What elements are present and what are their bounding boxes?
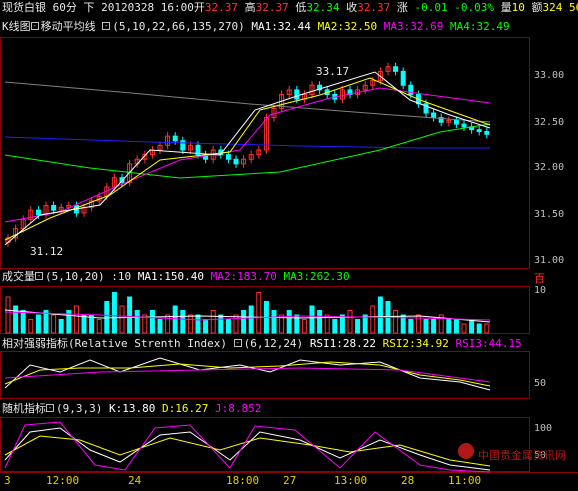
volume-bar (51, 314, 57, 334)
volume-bar (81, 314, 87, 334)
volume-bar (180, 310, 186, 334)
volume-bar (301, 319, 307, 334)
candle-body (453, 119, 459, 125)
volume-bar (218, 314, 224, 334)
volume-bar (195, 314, 201, 334)
volume-bar (96, 319, 102, 334)
volume-bar (172, 305, 178, 334)
candle-body (180, 140, 186, 151)
volume-bar (377, 296, 383, 334)
volume-bar (469, 319, 475, 334)
volume-bar (332, 319, 338, 334)
candle-body (35, 209, 41, 216)
candle-body (431, 112, 437, 119)
candle-body (225, 154, 231, 160)
volume-bar (233, 314, 239, 334)
volume-bar (127, 296, 133, 334)
candle-body (233, 158, 239, 165)
volume-bar (20, 310, 26, 334)
volume-bar (13, 305, 19, 334)
volume-bar (119, 305, 125, 334)
volume-bar (431, 319, 437, 334)
candle-body (393, 66, 399, 72)
volume-bar (210, 310, 216, 334)
candle-body (294, 89, 300, 100)
volume-bar (35, 314, 41, 334)
ma22-line (4, 87, 491, 223)
volume-bar (271, 310, 277, 334)
j-line (4, 421, 491, 473)
volume-bar (73, 305, 79, 334)
candle-body (400, 70, 406, 86)
rsi2-line (4, 361, 491, 387)
volume-bar (461, 323, 467, 334)
volume-bar (453, 319, 459, 334)
volume-bar (423, 319, 429, 334)
volume-bar (286, 310, 292, 334)
volume-bar (165, 314, 171, 334)
volume-bar (5, 296, 11, 334)
volume-bar (484, 323, 490, 334)
volume-bar (309, 305, 315, 334)
volume-bar (241, 310, 247, 334)
candle-body (461, 123, 467, 128)
volume-bar (28, 319, 34, 334)
candle-body (484, 131, 490, 135)
volume-bar (393, 310, 399, 334)
volume-bar (248, 305, 254, 334)
volume-bar (58, 319, 64, 334)
chart-canvas (4, 62, 491, 473)
rsi3-line (4, 367, 491, 383)
volume-bar (111, 292, 117, 334)
volume-bar (225, 319, 231, 334)
volume-bar (446, 319, 452, 334)
candle-body (51, 205, 57, 211)
ma66-line (4, 123, 491, 179)
volume-bar (408, 319, 414, 334)
volume-bar (347, 310, 353, 334)
volume-bar (187, 314, 193, 334)
volume-bar (362, 314, 368, 334)
volume-bar (317, 310, 323, 334)
candle-body (408, 84, 414, 95)
volume-bar (476, 323, 482, 334)
volume-bar (256, 292, 262, 334)
candle-body (172, 135, 178, 142)
volume-bar (104, 301, 110, 334)
volume-bar (134, 310, 140, 334)
volume-bar (370, 305, 376, 334)
k-line (4, 427, 491, 471)
volume-bar (157, 319, 163, 334)
volume-bar (355, 319, 361, 334)
volume-bar (149, 310, 155, 334)
candle-body (476, 129, 482, 132)
volume-bar (203, 319, 209, 334)
vol-ma1-line (4, 309, 491, 323)
